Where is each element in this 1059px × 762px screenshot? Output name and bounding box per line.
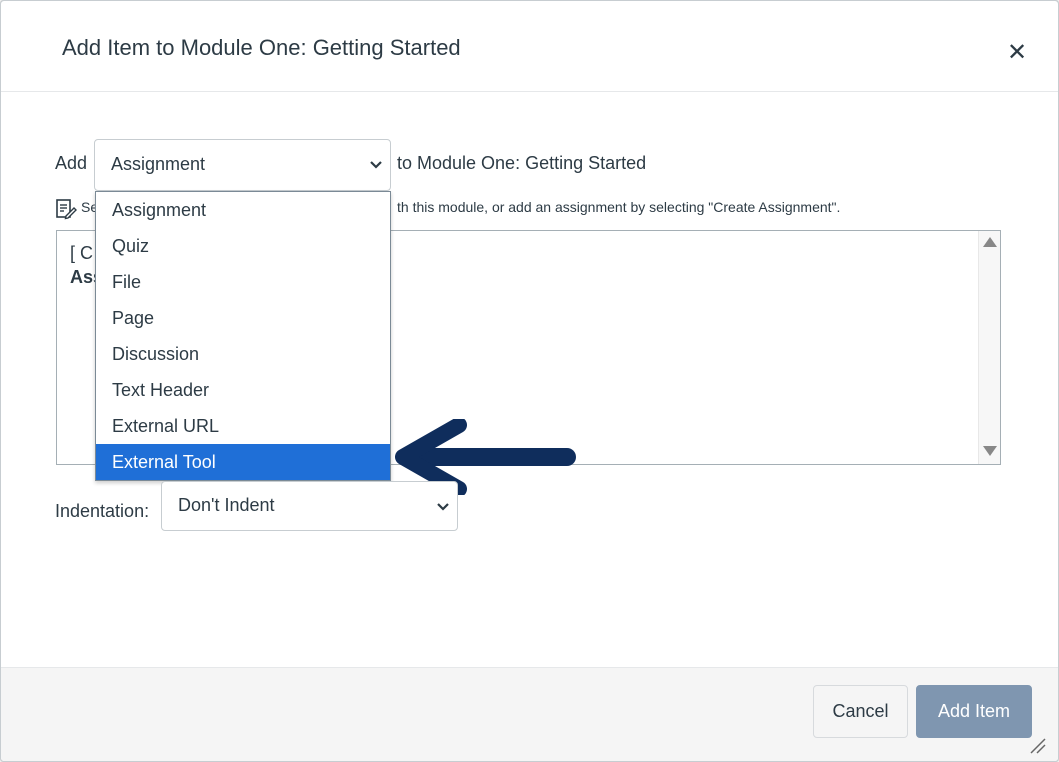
dialog-header: Add Item to Module One: Getting Started … bbox=[1, 1, 1058, 92]
scroll-down-icon[interactable] bbox=[983, 446, 997, 456]
edit-document-icon bbox=[56, 199, 77, 220]
list-item-fragment: [ C bbox=[70, 243, 94, 263]
module-target-label: to Module One: Getting Started bbox=[397, 153, 647, 173]
close-icon[interactable]: ✕ bbox=[1005, 41, 1029, 65]
add-item-button[interactable]: Add Item bbox=[916, 685, 1032, 738]
listbox-scrollbar[interactable] bbox=[978, 231, 1000, 464]
indentation-select-value: Don't Indent bbox=[178, 495, 275, 515]
option-file[interactable]: File bbox=[96, 264, 390, 300]
hint-text: th this module, or add an assignment by … bbox=[397, 199, 841, 215]
item-type-select-value: Assignment bbox=[111, 154, 206, 174]
option-text-header[interactable]: Text Header bbox=[96, 372, 390, 408]
option-assignment[interactable]: Assignment bbox=[96, 192, 390, 228]
option-external-tool[interactable]: External Tool bbox=[96, 444, 390, 480]
chevron-down-icon bbox=[437, 503, 449, 511]
dialog-title: Add Item to Module One: Getting Started bbox=[62, 35, 461, 60]
indentation-label: Indentation: bbox=[55, 501, 150, 521]
indentation-select[interactable]: Don't Indent bbox=[161, 481, 458, 531]
option-discussion[interactable]: Discussion bbox=[96, 336, 390, 372]
item-type-dropdown: Assignment Quiz File Page Discussion Tex… bbox=[95, 191, 391, 481]
option-page[interactable]: Page bbox=[96, 300, 390, 336]
resize-handle-icon[interactable] bbox=[1025, 733, 1047, 755]
scroll-up-icon[interactable] bbox=[983, 237, 997, 247]
option-external-url[interactable]: External URL bbox=[96, 408, 390, 444]
add-item-dialog: Add Item to Module One: Getting Started … bbox=[0, 0, 1059, 762]
chevron-down-icon bbox=[370, 161, 382, 169]
option-quiz[interactable]: Quiz bbox=[96, 228, 390, 264]
add-label: Add bbox=[55, 153, 88, 173]
item-type-select[interactable]: Assignment bbox=[94, 139, 391, 191]
cancel-button[interactable]: Cancel bbox=[813, 685, 908, 738]
